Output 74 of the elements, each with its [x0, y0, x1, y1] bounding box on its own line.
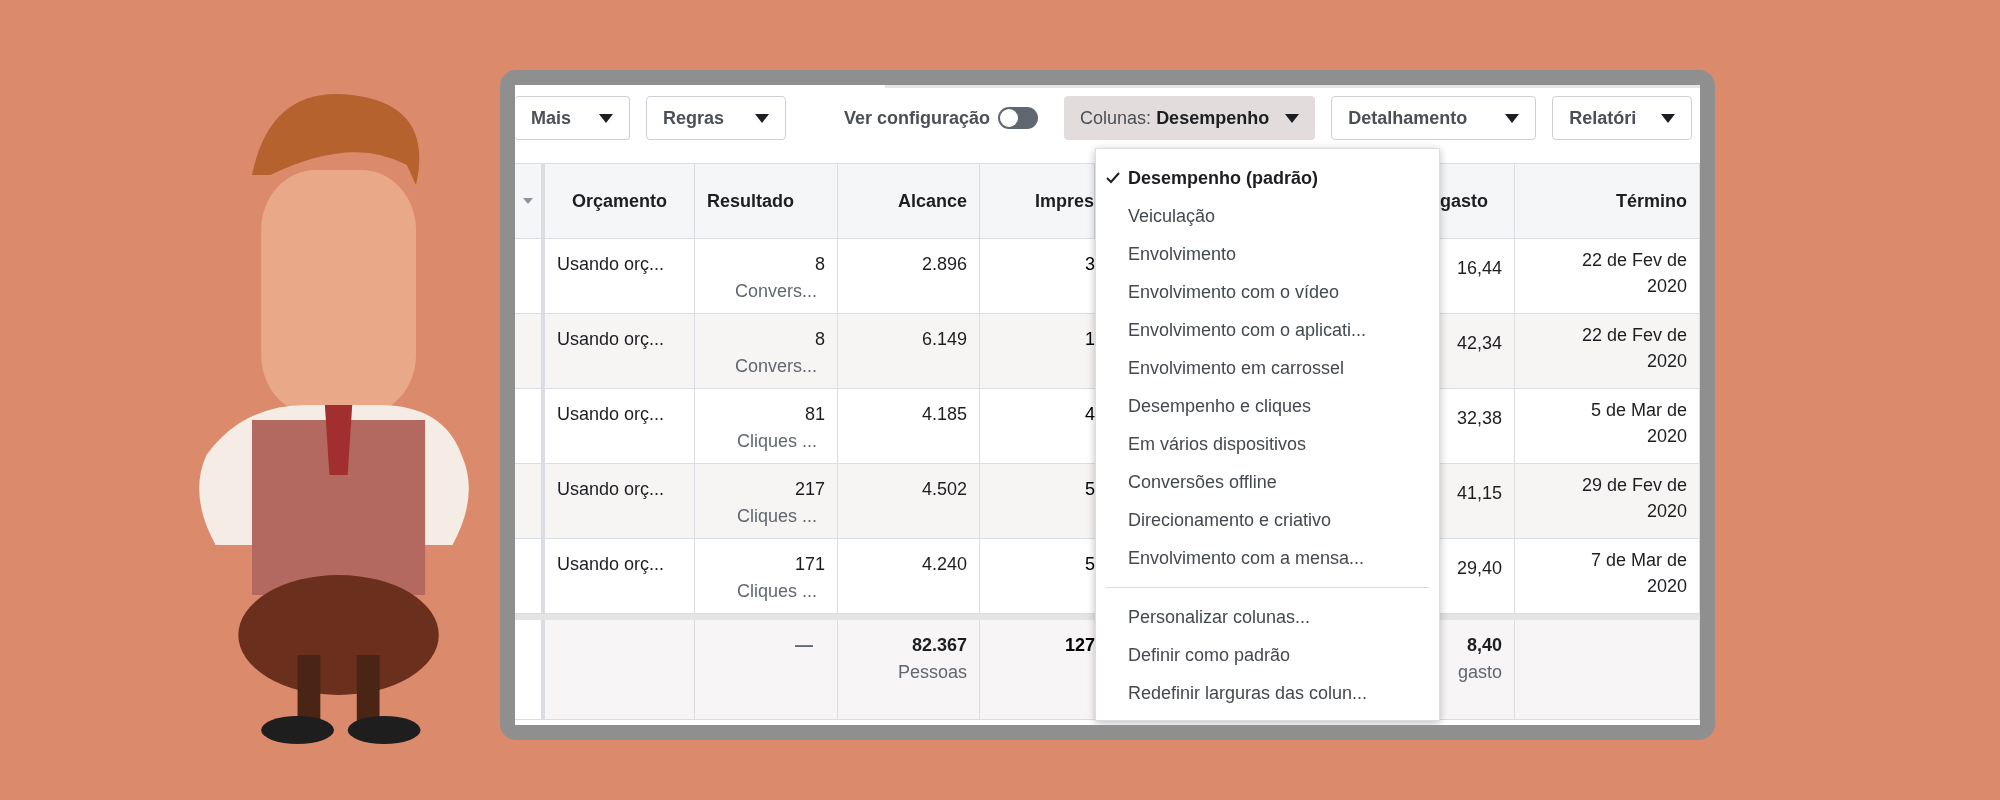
table-cell-text: 4.185	[921, 403, 967, 426]
menu-item[interactable]: Direcionamento e criativo	[1096, 501, 1439, 539]
caret-icon	[1661, 113, 1676, 123]
menu-item[interactable]: Personalizar colunas...	[1096, 598, 1439, 636]
table-cell-text: 5	[1085, 478, 1095, 501]
menu-item[interactable]: Envolvimento com a mensa...	[1096, 539, 1439, 577]
table-cell-text: 8	[815, 253, 825, 276]
column-header[interactable]: Alcance	[897, 187, 967, 215]
result-type: Cliques ...	[736, 430, 818, 453]
table-cell-text: 6.149	[921, 328, 967, 351]
total-unit: gasto	[1457, 661, 1502, 684]
table-cell-text: 22 de Fev de 2020	[1580, 324, 1687, 373]
columns-dropdown[interactable]: Colunas: Desempenho	[1064, 96, 1316, 140]
table-cell-text: 2.896	[921, 253, 967, 276]
caret-icon	[755, 113, 769, 123]
table-cell: Usando orç...	[557, 254, 665, 274]
table-cell-text: 1	[1085, 328, 1095, 351]
table-cell-text: 4.240	[921, 553, 967, 576]
caret-icon	[1505, 113, 1520, 123]
table-cell-text: 42,34	[1456, 332, 1502, 355]
column-header[interactable]: Término	[1616, 187, 1687, 215]
toggle-switch[interactable]	[998, 107, 1039, 129]
table-cell-text: 22 de Fev de 2020	[1580, 249, 1687, 298]
total-value: 8,40	[1466, 634, 1502, 657]
total-unit: Pessoas	[897, 661, 967, 684]
setting-label: Ver configuração	[844, 106, 991, 130]
table-cell-text: 4	[1085, 403, 1095, 426]
menu-item[interactable]: Envolvimento	[1096, 235, 1439, 273]
table-cell-text: 7 de Mar de 2020	[1589, 549, 1687, 598]
table-cell-text: 3	[1085, 253, 1095, 276]
result-type: Cliques ...	[736, 580, 818, 603]
table-cell: Usando orç...	[557, 554, 665, 574]
total-value: 127	[1064, 634, 1095, 657]
table-cell-text: 171	[794, 553, 825, 576]
menu-item[interactable]: Em vários dispositivos	[1096, 425, 1439, 463]
checkmark-icon	[1106, 172, 1120, 184]
column-header[interactable]: gasto	[1440, 187, 1488, 215]
table-cell-text: 4.502	[921, 478, 967, 501]
column-header[interactable]: Resultado	[707, 187, 794, 215]
menu-item[interactable]: Redefinir larguras das colun...	[1096, 674, 1439, 712]
sort-caret-icon[interactable]	[523, 198, 533, 204]
menu-item[interactable]: Envolvimento em carrossel	[1096, 349, 1439, 387]
table-cell-text: —	[795, 634, 813, 657]
menu-item[interactable]: Veiculação	[1096, 197, 1439, 235]
toolbar-button[interactable]: Regras	[646, 96, 786, 140]
menu-item[interactable]: Conversões offline	[1096, 463, 1439, 501]
result-type: Convers...	[734, 280, 818, 303]
table-cell-text: 41,15	[1456, 482, 1502, 505]
menu-item[interactable]: Envolvimento com o vídeo	[1096, 273, 1439, 311]
column-header[interactable]: Orçamento	[572, 187, 667, 215]
table-cell-text: 32,38	[1456, 407, 1502, 430]
total-value: 82.367	[911, 634, 967, 657]
table-cell-text: 29 de Fev de 2020	[1580, 474, 1687, 523]
caret-icon	[1285, 113, 1300, 123]
table-cell-text: 81	[804, 403, 825, 426]
table-cell: Usando orç...	[557, 329, 665, 349]
table-cell: Usando orç...	[557, 479, 665, 499]
result-type: Cliques ...	[736, 505, 818, 528]
table-cell-text: 5	[1085, 553, 1095, 576]
result-type: Convers...	[734, 355, 818, 378]
menu-item[interactable]: Desempenho e cliques	[1096, 387, 1439, 425]
table-cell-text: 5 de Mar de 2020	[1589, 399, 1687, 448]
caret-icon	[599, 113, 613, 123]
menu-item[interactable]: Desempenho (padrão)	[1096, 159, 1439, 197]
table-cell-text: 16,44	[1456, 257, 1502, 280]
toolbar-button[interactable]: Relatóri	[1552, 96, 1693, 140]
table-cell-text: 29,40	[1456, 557, 1502, 580]
column-header[interactable]: Impres	[1034, 187, 1094, 215]
menu-item[interactable]: Envolvimento com o aplicati...	[1096, 311, 1439, 349]
table-cell-text: 8	[815, 328, 825, 351]
toolbar-button[interactable]: Detalhamento	[1331, 96, 1537, 140]
table-cell-text: 217	[794, 478, 825, 501]
menu-item[interactable]: Definir como padrão	[1096, 636, 1439, 674]
table-cell: Usando orç...	[557, 404, 665, 424]
